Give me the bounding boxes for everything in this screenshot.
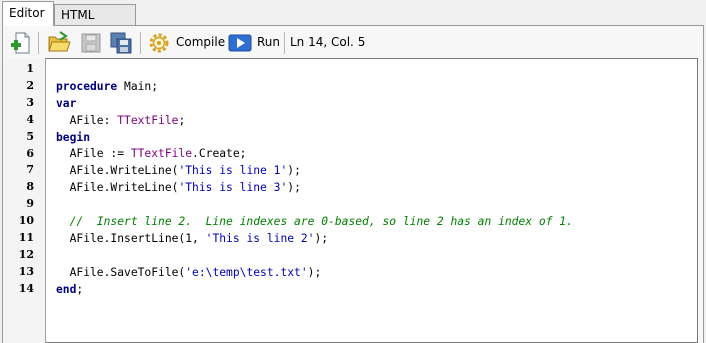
tab-bar: Editor HTML output bbox=[0, 0, 706, 42]
code-token: // Insert line 2. Line indexes are 0-bas… bbox=[56, 215, 573, 229]
code-line: AFile := TTextFile.Create; bbox=[56, 146, 573, 163]
code-token: TTextFile bbox=[117, 113, 179, 127]
line-number: 14 bbox=[18, 281, 34, 295]
save-all-icon bbox=[110, 32, 132, 54]
toolbar-separator bbox=[284, 32, 285, 54]
code-token: AFile.SaveToFile( bbox=[56, 265, 186, 279]
line-number: 3 bbox=[26, 95, 34, 109]
code-token: var bbox=[56, 96, 77, 110]
code-token: AFile.WriteLine( bbox=[56, 181, 179, 195]
toolbar: Compile Run Ln 14, Col. 5 bbox=[4, 28, 704, 58]
toolbar-separator bbox=[38, 32, 39, 54]
line-number: 6 bbox=[26, 146, 34, 160]
code-line: AFile.WriteLine('This is line 1'); bbox=[56, 163, 573, 180]
run-label[interactable]: Run bbox=[257, 35, 280, 49]
code-token: AFile.InsertLine(1, bbox=[56, 231, 206, 245]
code-token: AFile := bbox=[56, 147, 131, 161]
line-number: 7 bbox=[26, 163, 34, 177]
folder-open-icon bbox=[48, 31, 71, 52]
code-token: 'This is line 3' bbox=[178, 181, 288, 195]
code-line: AFile.InsertLine(1, 'This is line 2'); bbox=[56, 231, 573, 248]
cursor-position-status: Ln 14, Col. 5 bbox=[290, 35, 366, 49]
code-token: ); bbox=[287, 164, 301, 178]
code-line: var bbox=[56, 96, 573, 113]
code-token: ); bbox=[287, 181, 301, 195]
code-token: ); bbox=[307, 265, 322, 279]
code-line: AFile: TTextFile; bbox=[56, 113, 573, 130]
code-token: end bbox=[56, 282, 77, 296]
code-line: AFile.SaveToFile('e:\temp\test.txt'); bbox=[56, 265, 573, 282]
code-token: ; bbox=[178, 113, 186, 127]
code-line: begin bbox=[56, 130, 573, 147]
code-line: AFile.WriteLine('This is line 3'); bbox=[56, 180, 573, 197]
code-token: ); bbox=[314, 231, 329, 245]
code-token: .Create; bbox=[192, 147, 247, 161]
compile-button[interactable] bbox=[146, 30, 172, 56]
code-token: begin bbox=[56, 130, 91, 144]
toolbar-separator bbox=[140, 32, 141, 54]
line-number: 9 bbox=[26, 197, 34, 211]
open-button[interactable] bbox=[46, 30, 72, 56]
line-number: 11 bbox=[18, 231, 34, 244]
code-token: AFile: bbox=[56, 113, 118, 127]
line-number: 5 bbox=[26, 129, 34, 143]
tab-editor[interactable]: Editor bbox=[2, 1, 54, 26]
line-number: 13 bbox=[18, 264, 34, 278]
code-token: TTextFile bbox=[130, 147, 193, 161]
code-token: 'This is line 2' bbox=[205, 231, 315, 245]
code-token: Main; bbox=[117, 79, 159, 93]
run-button[interactable] bbox=[228, 30, 252, 56]
compile-label[interactable]: Compile bbox=[176, 35, 225, 49]
code-line: // Insert line 2. Line indexes are 0-bas… bbox=[56, 214, 573, 231]
line-number-gutter: 1 2 3 4 5 6 7 8 9 10 11 12 13 14 bbox=[4, 58, 46, 343]
save-button[interactable] bbox=[78, 30, 104, 56]
code-token: 'e:\temp\test.txt' bbox=[185, 265, 308, 279]
save-all-button[interactable] bbox=[108, 30, 134, 56]
code-token: procedure bbox=[56, 79, 118, 93]
line-number: 4 bbox=[26, 112, 34, 126]
code-line: procedure Main; bbox=[56, 79, 573, 96]
code-token: ; bbox=[76, 282, 84, 296]
line-number: 2 bbox=[26, 78, 34, 92]
new-file-icon bbox=[11, 32, 30, 54]
tab-html-output[interactable]: HTML output bbox=[54, 4, 136, 42]
code-token: AFile.WriteLine( bbox=[56, 164, 179, 178]
line-number: 10 bbox=[18, 214, 34, 228]
new-file-button[interactable] bbox=[8, 30, 34, 56]
gear-icon bbox=[149, 33, 169, 53]
code-line: end; bbox=[56, 282, 573, 299]
code-area[interactable]: procedure Main; var AFile: TTextFile; begi… bbox=[56, 62, 573, 298]
line-number: 1 bbox=[26, 62, 34, 75]
play-icon bbox=[228, 34, 252, 52]
code-token: 'This is line 1' bbox=[178, 164, 288, 178]
line-number: 8 bbox=[26, 180, 34, 194]
save-icon bbox=[81, 33, 101, 53]
line-number: 12 bbox=[18, 247, 34, 261]
